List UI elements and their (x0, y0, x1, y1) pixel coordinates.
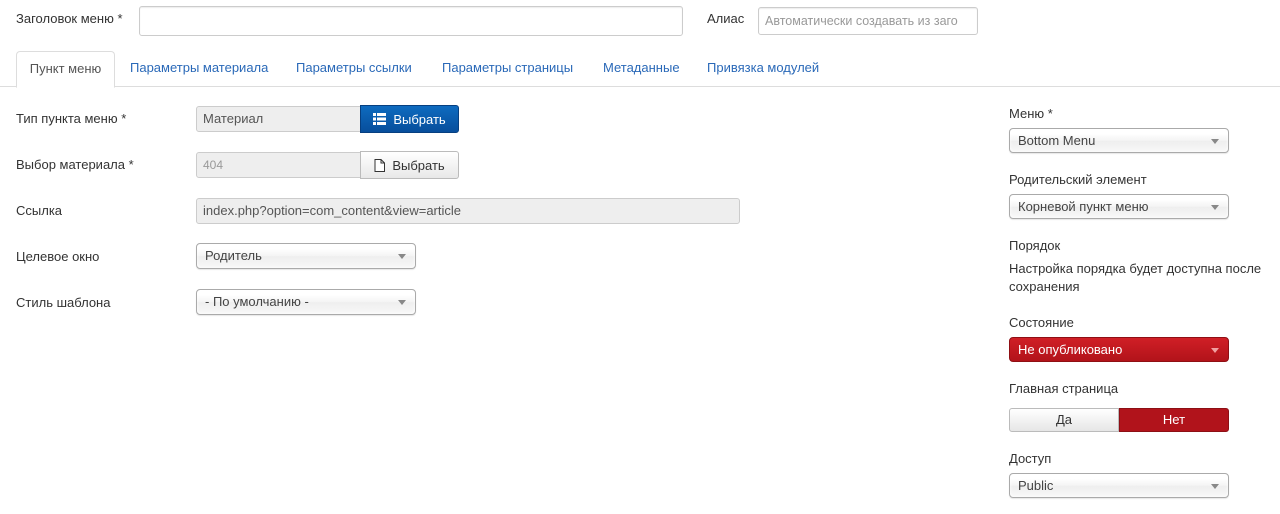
parent-value: Корневой пункт меню (1018, 199, 1149, 214)
menu-label: Меню * (1009, 106, 1053, 121)
target-window-value: Родитель (205, 248, 262, 263)
state-select[interactable]: Не опубликовано (1009, 337, 1229, 362)
menu-title-label: Заголовок меню * (16, 11, 123, 26)
state-label: Состояние (1009, 315, 1074, 330)
menu-select[interactable]: Bottom Menu (1009, 128, 1229, 153)
tab-metadata[interactable]: Метаданные (603, 51, 680, 87)
link-field: index.php?option=com_content&view=articl… (196, 198, 740, 224)
menu-title-input[interactable] (139, 6, 683, 36)
home-no-button[interactable]: Нет (1119, 408, 1229, 432)
chevron-down-icon (1211, 348, 1219, 353)
tab-page-options[interactable]: Параметры страницы (442, 51, 573, 87)
menu-value: Bottom Menu (1018, 133, 1096, 148)
ordering-note-line1: Настройка порядка будет доступна после (1009, 261, 1262, 276)
home-label: Главная страница (1009, 381, 1119, 396)
access-label: Доступ (1009, 451, 1052, 466)
target-window-label: Целевое окно (16, 249, 100, 264)
select-article-button[interactable]: Выбрать (360, 151, 459, 179)
ordering-label: Порядок (1009, 238, 1061, 253)
parent-label: Родительский элемент (1009, 172, 1147, 187)
article-select-label: Выбор материала * (16, 157, 134, 172)
parent-select[interactable]: Корневой пункт меню (1009, 194, 1229, 219)
tab-article-options[interactable]: Параметры материала (130, 51, 268, 87)
file-icon (374, 158, 386, 172)
access-value: Public (1018, 478, 1054, 493)
select-article-label: Выбрать (392, 157, 445, 173)
alias-input[interactable] (758, 7, 978, 35)
template-style-label: Стиль шаблона (16, 295, 111, 310)
menu-item-type-label: Тип пункта меню * (16, 111, 127, 126)
alias-label: Алиас (707, 11, 745, 26)
link-label: Ссылка (16, 203, 63, 218)
template-style-select[interactable]: - По умолчанию - (196, 289, 416, 315)
tab-link-options[interactable]: Параметры ссылки (296, 51, 412, 87)
select-menu-type-label: Выбрать (393, 111, 446, 127)
chevron-down-icon (398, 254, 406, 259)
tab-bar: Пункт меню Параметры материала Параметры… (0, 51, 1280, 88)
list-icon (373, 113, 387, 125)
menu-item-type-field: Материал (196, 106, 361, 132)
tab-module-assignment[interactable]: Привязка модулей (707, 51, 819, 87)
template-style-value: - По умолчанию - (205, 294, 309, 309)
ordering-note-line2: сохранения (1009, 279, 1080, 294)
state-value: Не опубликовано (1018, 342, 1123, 357)
tab-menu-item[interactable]: Пункт меню (16, 51, 115, 88)
select-menu-type-button[interactable]: Выбрать (360, 105, 459, 133)
home-toggle: Да Нет (1009, 408, 1229, 432)
home-yes-button[interactable]: Да (1009, 408, 1119, 432)
chevron-down-icon (1211, 484, 1219, 489)
access-select[interactable]: Public (1009, 473, 1229, 498)
chevron-down-icon (1211, 139, 1219, 144)
article-select-field: 404 (196, 152, 361, 178)
chevron-down-icon (398, 300, 406, 305)
target-window-select[interactable]: Родитель (196, 243, 416, 269)
chevron-down-icon (1211, 205, 1219, 210)
